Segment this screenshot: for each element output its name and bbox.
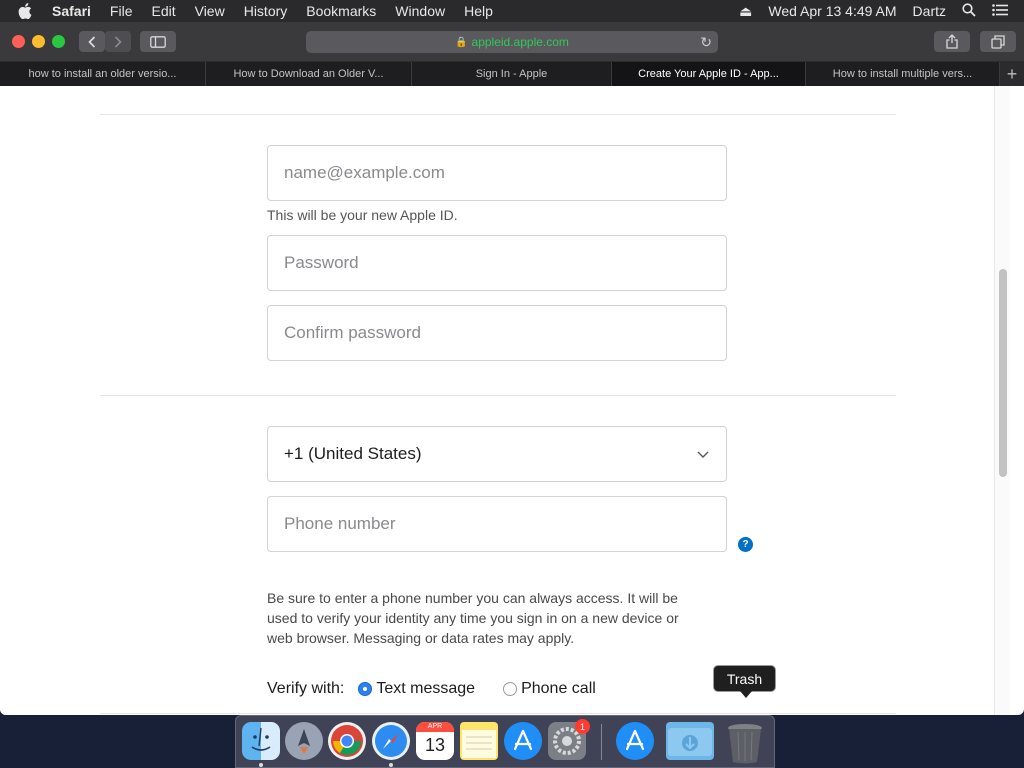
verify-with-group: Verify with: Text message Phone call bbox=[267, 678, 624, 700]
tab-older-version[interactable]: how to install an older versio... bbox=[0, 62, 206, 86]
page-content: This will be your new Apple ID. +1 (Unit… bbox=[0, 86, 994, 715]
help-icon[interactable]: ? bbox=[738, 537, 753, 552]
password-field[interactable] bbox=[267, 235, 727, 291]
section-divider bbox=[100, 713, 896, 714]
tab-install-multiple[interactable]: How to install multiple vers... bbox=[806, 62, 1000, 86]
calendar-day: 13 bbox=[424, 735, 446, 755]
country-code-select[interactable]: +1 (United States) bbox=[267, 426, 727, 482]
apple-menu-icon[interactable] bbox=[18, 3, 38, 19]
phone-call-label[interactable]: Phone call bbox=[521, 680, 596, 698]
text-message-label[interactable]: Text message bbox=[376, 680, 475, 698]
reload-icon[interactable]: ↻ bbox=[700, 34, 712, 51]
menu-window[interactable]: Window bbox=[395, 3, 445, 19]
phone-note: Be sure to enter a phone number you can … bbox=[267, 590, 679, 646]
tab-create-apple-id[interactable]: Create Your Apple ID - App... bbox=[612, 62, 806, 86]
notification-badge: 1 bbox=[575, 719, 590, 734]
eject-icon[interactable]: ⏏ bbox=[739, 3, 752, 20]
section-divider bbox=[100, 114, 896, 115]
tab-download-older[interactable]: How to Download an Older V... bbox=[206, 62, 412, 86]
menu-file[interactable]: File bbox=[110, 3, 133, 19]
forward-button[interactable] bbox=[105, 31, 131, 52]
menu-edit[interactable]: Edit bbox=[151, 3, 175, 19]
close-window-button[interactable] bbox=[12, 35, 25, 48]
menu-bookmarks[interactable]: Bookmarks bbox=[306, 3, 376, 19]
system-preferences-icon[interactable]: 1 bbox=[548, 719, 590, 760]
lock-icon: 🔒 bbox=[455, 36, 468, 48]
running-indicator bbox=[389, 763, 393, 767]
chrome-icon[interactable] bbox=[328, 722, 366, 760]
share-icon bbox=[946, 34, 958, 49]
calendar-month: APR bbox=[416, 722, 454, 732]
calendar-icon[interactable]: APR 13 bbox=[416, 722, 454, 760]
browser-toolbar: 🔒 appleid.apple.com ↻ bbox=[0, 22, 1024, 62]
tab-overview-button[interactable] bbox=[980, 31, 1016, 52]
running-indicator bbox=[259, 763, 263, 767]
downloads-folder-icon[interactable] bbox=[666, 722, 714, 760]
notes-icon[interactable] bbox=[460, 722, 498, 760]
verify-with-label: Verify with: bbox=[267, 680, 345, 697]
menu-bar: Safari File Edit View History Bookmarks … bbox=[0, 0, 1024, 22]
tabs-icon bbox=[991, 34, 1005, 49]
menubar-user[interactable]: Dartz bbox=[913, 3, 946, 19]
menu-view[interactable]: View bbox=[195, 3, 225, 19]
spotlight-search-icon[interactable] bbox=[962, 2, 976, 20]
section-divider bbox=[100, 395, 896, 396]
menu-history[interactable]: History bbox=[244, 3, 288, 19]
launchpad-icon[interactable] bbox=[285, 722, 323, 760]
zoom-window-button[interactable] bbox=[52, 35, 65, 48]
menubar-clock[interactable]: Wed Apr 13 4:49 AM bbox=[768, 3, 896, 19]
address-bar-url: appleid.apple.com bbox=[471, 35, 569, 49]
app-store-icon[interactable] bbox=[504, 722, 542, 760]
menu-help[interactable]: Help bbox=[464, 3, 493, 19]
dock-separator bbox=[601, 724, 602, 760]
vertical-scrollbar[interactable] bbox=[994, 86, 1010, 715]
email-hint: This will be your new Apple ID. bbox=[267, 207, 458, 223]
new-tab-button[interactable]: + bbox=[1000, 62, 1024, 86]
text-message-radio[interactable] bbox=[358, 682, 373, 696]
tab-sign-in-apple[interactable]: Sign In - Apple bbox=[412, 62, 612, 86]
sidebar-toggle-button[interactable] bbox=[140, 31, 176, 52]
minimize-window-button[interactable] bbox=[32, 35, 45, 48]
chevron-down-icon bbox=[697, 451, 709, 458]
notification-center-icon[interactable] bbox=[992, 3, 1008, 19]
safari-window: 🔒 appleid.apple.com ↻ how to install an … bbox=[0, 22, 1024, 715]
safari-icon[interactable] bbox=[372, 722, 410, 760]
finder-icon[interactable] bbox=[242, 722, 280, 760]
chevron-right-icon bbox=[114, 35, 122, 48]
sidebar-icon bbox=[150, 35, 166, 48]
address-bar[interactable]: 🔒 appleid.apple.com ↻ bbox=[306, 31, 718, 53]
tab-bar: how to install an older versio... How to… bbox=[0, 62, 1024, 86]
back-button[interactable] bbox=[79, 31, 105, 52]
dock-tooltip: Trash bbox=[713, 665, 776, 698]
app-store-installer-icon[interactable] bbox=[616, 722, 654, 760]
country-code-value: +1 (United States) bbox=[284, 444, 422, 463]
chevron-left-icon bbox=[88, 35, 96, 48]
verify-phone-call-option[interactable]: Phone call bbox=[503, 680, 596, 698]
email-field[interactable] bbox=[267, 145, 727, 201]
phone-call-radio[interactable] bbox=[503, 682, 518, 696]
verify-text-message-option[interactable]: Text message bbox=[358, 680, 475, 698]
scrollbar-thumb[interactable] bbox=[999, 269, 1007, 477]
share-button[interactable] bbox=[934, 31, 970, 52]
menu-app-name[interactable]: Safari bbox=[52, 3, 91, 19]
trash-icon[interactable] bbox=[726, 722, 764, 764]
dock: APR 13 1 bbox=[235, 715, 775, 768]
phone-number-field[interactable] bbox=[267, 496, 727, 552]
confirm-password-field[interactable] bbox=[267, 305, 727, 361]
